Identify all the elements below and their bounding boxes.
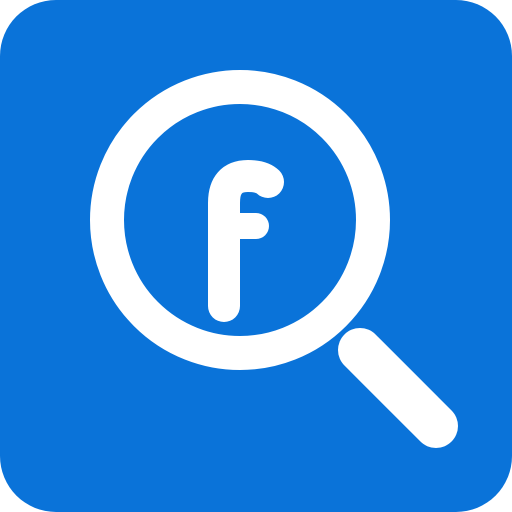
app-icon[interactable] — [0, 0, 512, 512]
